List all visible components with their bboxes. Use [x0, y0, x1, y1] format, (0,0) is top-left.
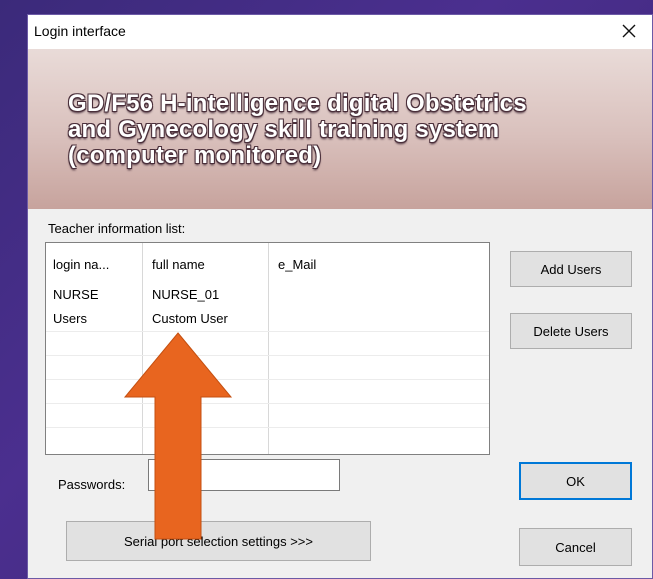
title-bar: Login interface	[28, 15, 652, 49]
password-label: Passwords:	[58, 477, 126, 492]
cancel-button[interactable]: Cancel	[519, 528, 632, 566]
password-input[interactable]	[148, 459, 340, 491]
window-title: Login interface	[34, 23, 126, 39]
cell-login-name: NURSE	[53, 287, 99, 302]
login-dialog: Login interface GD/F56 H-intelligence di…	[27, 14, 653, 579]
teacher-list-label: Teacher information list:	[48, 221, 186, 236]
cell-login-name: Users	[53, 311, 87, 326]
cell-full-name: Custom User	[152, 311, 228, 326]
banner-line-3: (computer monitored)	[68, 142, 322, 169]
table-row[interactable]: Users Custom User	[46, 307, 489, 331]
banner-title: GD/F56 H-intelligence digital Obstetrics…	[68, 91, 628, 169]
delete-users-button[interactable]: Delete Users	[510, 313, 632, 349]
banner-line-1: GD/F56 H-intelligence digital Obstetrics	[68, 90, 527, 117]
add-users-button[interactable]: Add Users	[510, 251, 632, 287]
close-button[interactable]	[616, 18, 642, 44]
close-icon	[622, 24, 636, 38]
column-header-login-name[interactable]: login na...	[53, 257, 109, 272]
product-banner: GD/F56 H-intelligence digital Obstetrics…	[28, 49, 652, 209]
ok-button[interactable]: OK	[519, 462, 632, 500]
column-header-email[interactable]: e_Mail	[278, 257, 316, 272]
teacher-table[interactable]: login na... full name e_Mail NURSE NURSE…	[45, 242, 490, 455]
banner-line-2: and Gynecology skill training system	[68, 116, 500, 143]
serial-port-settings-button[interactable]: Serial port selection settings >>>	[66, 521, 371, 561]
empty-row	[46, 403, 489, 427]
empty-row	[46, 355, 489, 379]
empty-row	[46, 331, 489, 355]
cell-full-name: NURSE_01	[152, 287, 220, 302]
empty-row	[46, 379, 489, 403]
empty-row	[46, 427, 489, 451]
column-header-full-name[interactable]: full name	[152, 257, 205, 272]
table-header: login na... full name e_Mail	[46, 243, 489, 285]
table-row[interactable]: NURSE NURSE_01	[46, 283, 489, 307]
